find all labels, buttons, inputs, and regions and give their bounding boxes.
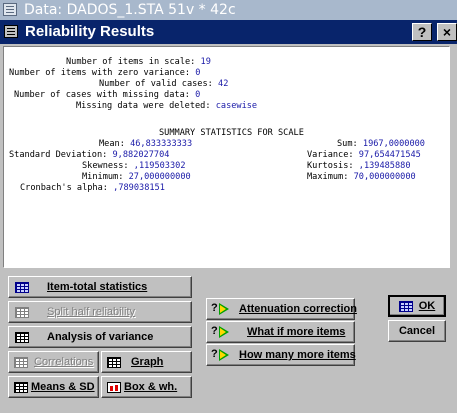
table-icon bbox=[14, 381, 28, 393]
action-panel: Item-total statistics Split half reliabi… bbox=[3, 268, 450, 413]
table-icon bbox=[14, 356, 28, 368]
stat-maximum: Maximum: 70,000000000 bbox=[307, 172, 416, 182]
run-arrow-icon: ? bbox=[211, 348, 233, 361]
ok-button[interactable]: OK bbox=[388, 295, 446, 317]
stat-skewness: Skewness: ,119503302 bbox=[82, 161, 186, 171]
split-half-reliability-button[interactable]: Split half reliability bbox=[8, 301, 192, 323]
stat-sum: Sum: 1967,0000000 bbox=[337, 139, 425, 149]
dialog-title: Reliability Results bbox=[25, 23, 155, 40]
close-button[interactable]: × bbox=[437, 23, 457, 41]
summary-line: Missing data were deleted: casewise bbox=[76, 101, 258, 111]
what-if-more-items-button[interactable]: ? What if more items bbox=[206, 321, 355, 343]
stat-sd: Standard Deviation: 9,882027704 bbox=[9, 150, 170, 160]
stat-cronbach-alpha: Cronbach's alpha: ,789038151 bbox=[20, 183, 165, 193]
app-window-titlebar: Data: DADOS_1.STA 51v * 42c bbox=[0, 0, 457, 20]
summary-line: Number of items with zero variance: 0 bbox=[9, 68, 201, 78]
stat-variance: Variance: 97,654471545 bbox=[307, 150, 421, 160]
summary-line: Number of cases with missing data: 0 bbox=[14, 90, 201, 100]
box-whisker-button[interactable]: Box & wh. bbox=[101, 376, 192, 398]
reliability-results-dialog: Reliability Results ? × Number of items … bbox=[0, 20, 457, 413]
how-many-more-items-button[interactable]: ? How many more items bbox=[206, 344, 356, 366]
box-plot-icon bbox=[107, 381, 121, 393]
stat-mean: Mean: 46,833333333 bbox=[99, 139, 193, 149]
attenuation-correction-button[interactable]: ? Attenuation correction bbox=[206, 298, 357, 320]
summary-line: Number of items in scale: 19 bbox=[66, 57, 211, 67]
help-button[interactable]: ? bbox=[412, 23, 432, 41]
analysis-of-variance-button[interactable]: Analysis of variance bbox=[8, 326, 192, 348]
means-sd-button[interactable]: Means & SD bbox=[8, 376, 99, 398]
dialog-titlebar: Reliability Results ? × bbox=[0, 20, 457, 44]
run-arrow-icon: ? bbox=[211, 325, 233, 338]
table-icon bbox=[15, 306, 29, 318]
summary-line: Number of valid cases: 42 bbox=[99, 79, 229, 89]
window-title: Data: DADOS_1.STA 51v * 42c bbox=[24, 2, 236, 18]
dialog-icon bbox=[4, 25, 18, 38]
table-icon bbox=[15, 331, 29, 343]
graph-icon bbox=[107, 356, 121, 368]
cancel-button[interactable]: Cancel bbox=[388, 320, 446, 342]
results-text-area[interactable]: Number of items in scale: 19 Number of i… bbox=[3, 46, 450, 268]
stats-header: SUMMARY STATISTICS FOR SCALE bbox=[159, 128, 304, 138]
correlations-button[interactable]: Correlations bbox=[8, 351, 99, 373]
item-total-statistics-button[interactable]: Item-total statistics bbox=[8, 276, 192, 298]
window-icon bbox=[3, 3, 17, 16]
run-arrow-icon: ? bbox=[211, 302, 233, 315]
stat-kurtosis: Kurtosis: ,139485880 bbox=[307, 161, 411, 171]
graph-button[interactable]: Graph bbox=[101, 351, 192, 373]
stat-minimum: Minimum: 27,000000000 bbox=[82, 172, 191, 182]
table-icon bbox=[398, 300, 413, 312]
table-icon bbox=[15, 281, 29, 293]
